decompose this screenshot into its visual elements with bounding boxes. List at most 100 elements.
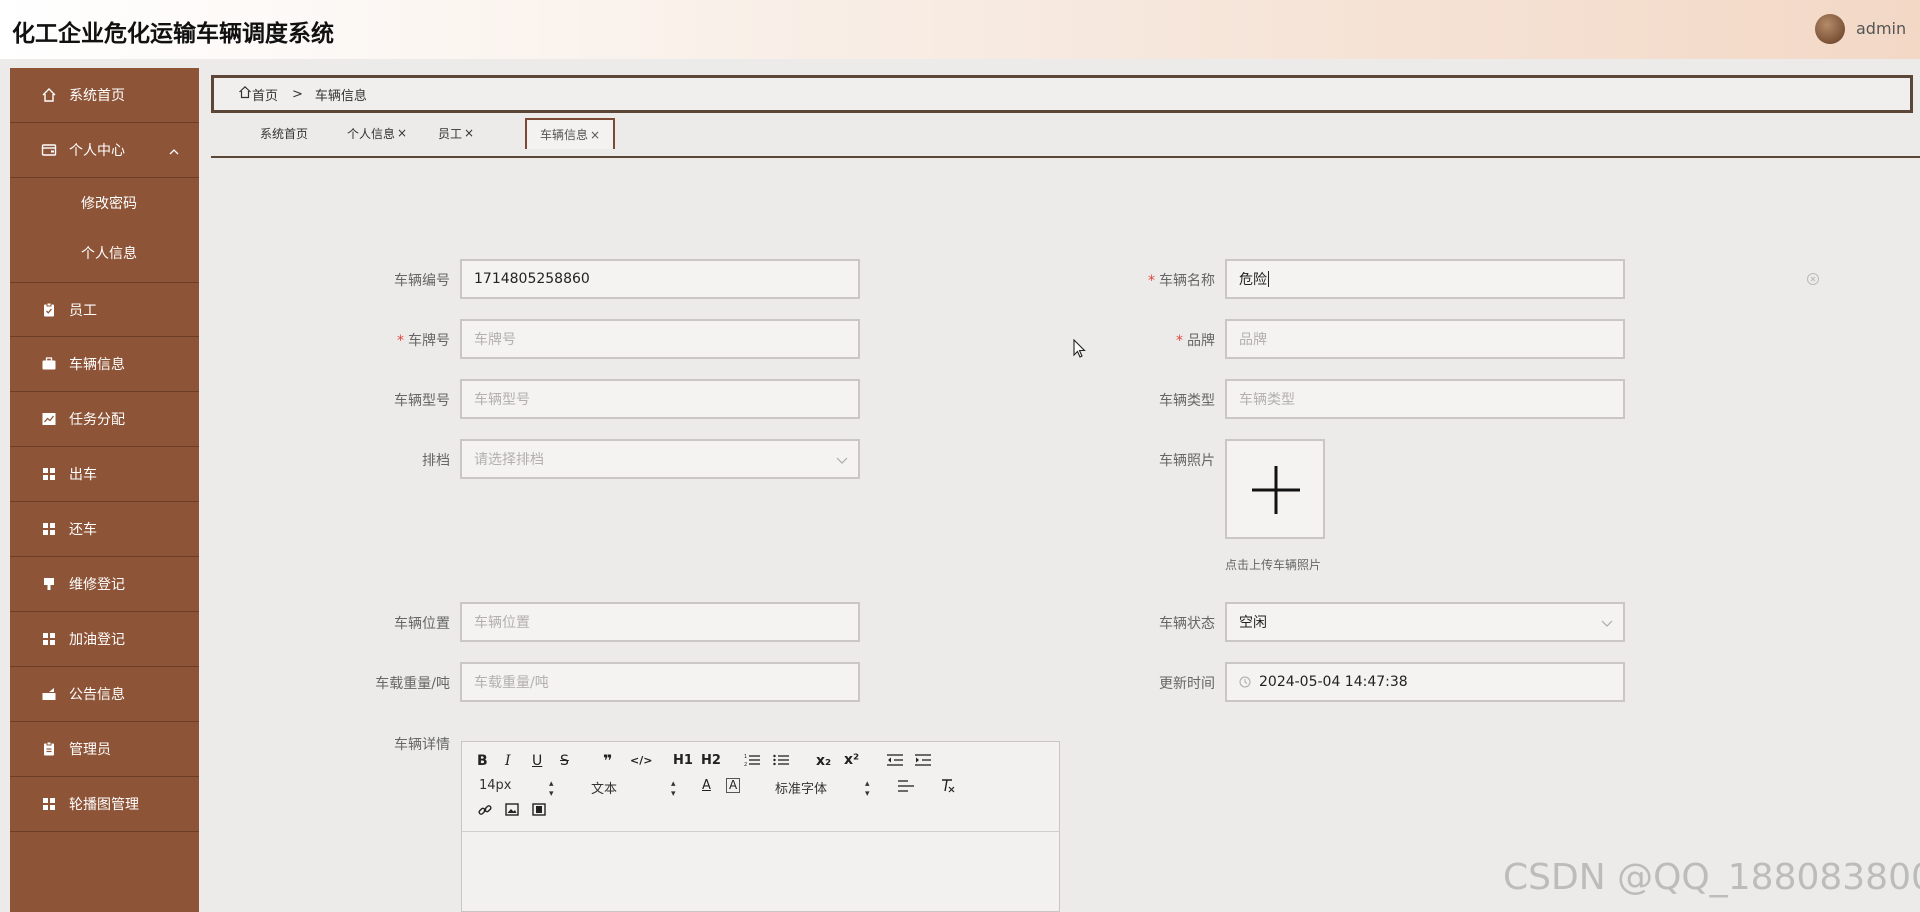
- label-update-time: 更新时间: [1159, 676, 1215, 692]
- h1-button[interactable]: H1: [673, 753, 693, 768]
- megaphone-icon: [41, 686, 57, 702]
- input-value: 危险: [1239, 272, 1267, 288]
- close-icon[interactable]: ×: [397, 126, 407, 140]
- superscript-button[interactable]: x²: [844, 752, 859, 768]
- text-color-button[interactable]: A: [702, 778, 711, 793]
- italic-button[interactable]: I: [505, 753, 511, 769]
- bold-button[interactable]: B: [477, 753, 488, 769]
- input-placeholder: 车辆类型: [1239, 392, 1295, 408]
- label-location: 车辆位置: [394, 616, 450, 632]
- updown-icon: ▴ ▾: [671, 779, 676, 799]
- sidebar-item-carousel[interactable]: 轮播图管理: [10, 777, 199, 832]
- sidebar-item-home[interactable]: 系统首页: [10, 68, 199, 123]
- breadcrumb-separator: >: [292, 86, 303, 102]
- tab-personal-info[interactable]: 个人信息 ×: [341, 118, 413, 148]
- sidebar-item-label: 任务分配: [69, 412, 125, 428]
- wallet-icon: [41, 142, 57, 158]
- code-block-button[interactable]: </>: [630, 754, 652, 767]
- underline-button[interactable]: U: [532, 753, 542, 769]
- sidebar-item-return[interactable]: 还车: [10, 502, 199, 557]
- breadcrumb-home-label: 首页: [252, 88, 279, 104]
- tab-label: 个人信息: [346, 126, 395, 141]
- clear-format-icon[interactable]: [940, 778, 956, 797]
- location-input[interactable]: 车辆位置: [460, 602, 860, 642]
- chart-icon: [41, 411, 57, 427]
- vehicle-name-input[interactable]: 危险: [1225, 259, 1625, 299]
- model-input[interactable]: 车辆型号: [460, 379, 860, 419]
- label-vehicle-no: 车辆编号: [394, 273, 450, 289]
- plate-no-input[interactable]: 车牌号: [460, 319, 860, 359]
- svg-text:1: 1: [744, 754, 747, 760]
- outdent-icon[interactable]: [887, 753, 903, 771]
- user-name[interactable]: admin: [1856, 19, 1906, 38]
- clock-icon: [1239, 676, 1251, 688]
- bullet-list-icon[interactable]: [773, 753, 789, 771]
- mouse-cursor-icon: [1073, 338, 1087, 363]
- sidebar-item-vehicle-info[interactable]: 车辆信息: [10, 337, 199, 392]
- select-value: 14px: [479, 778, 512, 793]
- photo-upload-button[interactable]: [1225, 439, 1325, 539]
- sidebar-item-notice[interactable]: 公告信息: [10, 667, 199, 722]
- select-value: 标准字体: [775, 782, 828, 797]
- rich-text-editor[interactable]: B I U S ❞ </> H1 H2 12 x₂ x² 14px ▴ ▾ 文本 …: [461, 741, 1060, 912]
- tab-bar: 系统首页 个人信息 × 员工 × 车辆信息 ×: [211, 118, 1920, 158]
- gear-select[interactable]: 请选择排档: [460, 439, 860, 479]
- align-icon[interactable]: [898, 779, 914, 797]
- load-input[interactable]: 车载重量/吨: [460, 662, 860, 702]
- sidebar-item-label: 车辆信息: [69, 357, 125, 373]
- tab-staff[interactable]: 员工 ×: [433, 118, 479, 148]
- briefcase-icon: [41, 356, 57, 372]
- submenu-personal-info[interactable]: 个人信息: [10, 228, 199, 278]
- editor-content-area[interactable]: [462, 832, 1059, 911]
- image-icon[interactable]: [505, 803, 519, 820]
- sidebar-item-personal-center[interactable]: 个人中心: [10, 123, 199, 178]
- update-time-picker[interactable]: 2024-05-04 14:47:38: [1225, 662, 1625, 702]
- required-mark: *: [397, 333, 404, 349]
- blockquote-button[interactable]: ❞: [603, 751, 612, 770]
- subscript-button[interactable]: x₂: [816, 753, 831, 769]
- block-type-select[interactable]: 文本 ▴ ▾: [591, 778, 681, 799]
- indent-icon[interactable]: [915, 753, 931, 771]
- breadcrumb-home[interactable]: 首页: [238, 85, 278, 104]
- tab-label: 车辆信息: [539, 128, 588, 142]
- sidebar-item-repair[interactable]: 维修登记: [10, 557, 199, 612]
- input-value: 2024-05-04 14:47:38: [1259, 674, 1408, 690]
- input-placeholder: 车辆位置: [474, 615, 530, 631]
- background-color-button[interactable]: A: [726, 778, 741, 793]
- clear-icon[interactable]: [1806, 271, 1820, 290]
- sidebar-item-fuel[interactable]: 加油登记: [10, 612, 199, 667]
- close-icon[interactable]: ×: [464, 126, 474, 140]
- video-icon[interactable]: [532, 803, 546, 820]
- updown-icon: ▴ ▾: [865, 779, 870, 799]
- submenu-change-password[interactable]: 修改密码: [10, 178, 199, 228]
- text-caret: [1268, 271, 1269, 287]
- upload-tip: 点击上传车辆照片: [1225, 558, 1322, 572]
- close-icon[interactable]: ×: [590, 128, 600, 142]
- sidebar-item-admin[interactable]: 管理员: [10, 722, 199, 777]
- tab-vehicle-info[interactable]: 车辆信息 ×: [525, 118, 615, 149]
- breadcrumb: 首页 > 车辆信息: [211, 75, 1913, 113]
- label-gear: 排档: [422, 453, 450, 469]
- font-family-select[interactable]: 标准字体 ▴ ▾: [775, 778, 875, 799]
- sidebar-item-task-assign[interactable]: 任务分配: [10, 392, 199, 447]
- type-input[interactable]: 车辆类型: [1225, 379, 1625, 419]
- user-avatar[interactable]: [1815, 14, 1845, 44]
- ordered-list-icon[interactable]: 12: [744, 753, 760, 771]
- h2-button[interactable]: H2: [701, 753, 721, 768]
- stamp-icon: [41, 576, 57, 592]
- sidebar-item-depart[interactable]: 出车: [10, 447, 199, 502]
- link-icon[interactable]: [478, 803, 492, 821]
- brand-input[interactable]: 品牌: [1225, 319, 1625, 359]
- status-select[interactable]: 空闲: [1225, 602, 1625, 642]
- sidebar-item-label: 员工: [69, 302, 97, 319]
- home-icon: [238, 85, 252, 103]
- font-size-select[interactable]: 14px ▴ ▾: [479, 778, 559, 799]
- vehicle-no-input[interactable]: 1714805258860: [460, 259, 860, 299]
- app-title: 化工企业危化运输车辆调度系统: [12, 21, 334, 47]
- label-model: 车辆型号: [394, 393, 450, 409]
- sidebar-item-staff[interactable]: 员工: [10, 282, 199, 337]
- tab-home[interactable]: 系统首页: [249, 118, 319, 148]
- top-header: 化工企业危化运输车辆调度系统 admin: [0, 0, 1920, 59]
- grid-icon: [41, 796, 57, 812]
- strike-button[interactable]: S: [560, 753, 569, 769]
